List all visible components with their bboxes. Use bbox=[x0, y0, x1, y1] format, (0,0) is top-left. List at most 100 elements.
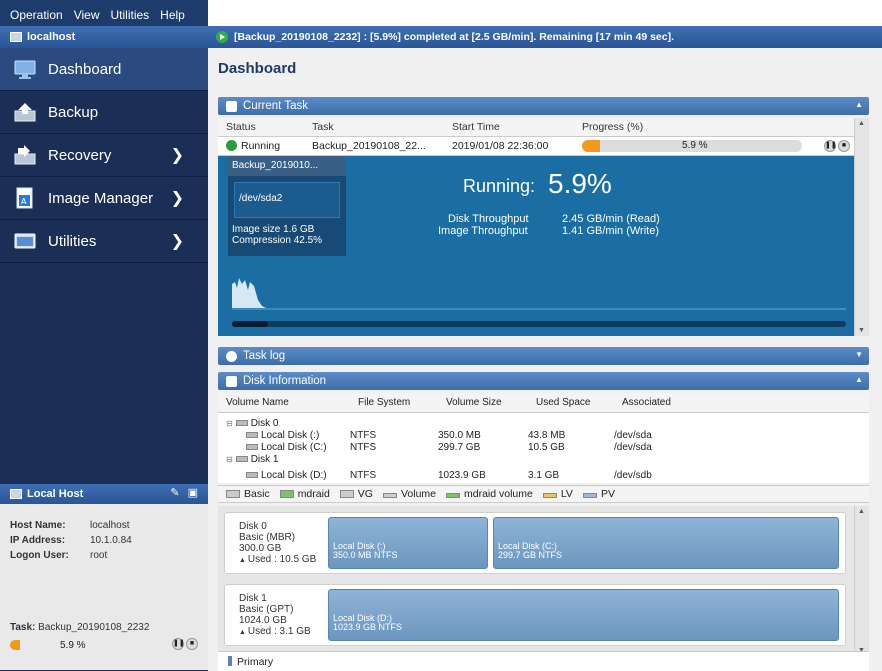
recovery-icon bbox=[14, 144, 36, 166]
disk-information-header[interactable]: Disk Information ▲ bbox=[218, 372, 869, 390]
partition-local-disk-c[interactable]: Local Disk (C:) 299.7 GB NTFS bbox=[493, 517, 839, 569]
legend-basic: Basic bbox=[226, 488, 270, 500]
status-bar: [Backup_20190108_2232] : [5.9%] complete… bbox=[208, 26, 882, 48]
collapse-arrow-icon[interactable]: ▲ bbox=[855, 100, 863, 109]
status-text: Running bbox=[241, 140, 281, 152]
current-task-header[interactable]: Current Task ▲ bbox=[218, 97, 869, 115]
used-space: 3.1 GB bbox=[528, 469, 560, 481]
collapse-arrow-icon[interactable]: ▲ bbox=[855, 375, 863, 384]
table-row[interactable]: ⊟ Disk 1 bbox=[218, 453, 869, 465]
disk-type: Basic (GPT) bbox=[239, 604, 294, 615]
clock-icon bbox=[226, 350, 237, 362]
column-header[interactable]: Progress (%) bbox=[574, 121, 854, 133]
ip-address-label: IP Address: bbox=[10, 535, 66, 546]
progress-text: 5.9 % bbox=[682, 139, 708, 151]
local-task-progress: 5.9 % ❚❚ ■ bbox=[10, 638, 198, 652]
page-title: Dashboard bbox=[218, 60, 297, 77]
column-header[interactable]: Task bbox=[304, 121, 444, 133]
local-host-header: Local Host ✎ ▣ bbox=[0, 484, 208, 504]
disk-map-disk0[interactable]: Disk 0 Basic (MBR) 300.0 GB ▲ Used : 10.… bbox=[224, 512, 846, 574]
volume-name: Local Disk (:) bbox=[261, 429, 320, 441]
disk-map-disk1[interactable]: Disk 1 Basic (GPT) 1024.0 GB ▲ Used : 3.… bbox=[224, 584, 846, 646]
image-size: Image size 1.6 GB bbox=[232, 224, 315, 235]
compression: Compression 42.5% bbox=[232, 235, 323, 246]
partition-label: Local Disk (D:) bbox=[333, 613, 393, 623]
column-header[interactable]: File System bbox=[350, 397, 438, 408]
used-icon: ▲ bbox=[239, 629, 248, 636]
column-header[interactable]: Start Time bbox=[444, 121, 574, 133]
legend-pv: PV bbox=[582, 488, 615, 500]
column-header[interactable]: Status bbox=[218, 121, 304, 133]
table-row[interactable]: Local Disk (C:) NTFS 299.7 GB 10.5 GB /d… bbox=[218, 441, 869, 453]
partition-local-disk-d[interactable]: Local Disk (D:) 1023.9 GB NTFS bbox=[328, 589, 839, 641]
used-space: 10.5 GB bbox=[528, 441, 565, 453]
image-manager-icon: A bbox=[14, 187, 36, 209]
expand-arrow-icon[interactable]: ▼ bbox=[855, 350, 863, 359]
partition-local-disk[interactable]: Local Disk (:) 350.0 MB NTFS bbox=[328, 517, 488, 569]
current-task-table: Status Task Start Time Progress (%) Runn… bbox=[218, 118, 854, 156]
disk-map-info: Disk 1 Basic (GPT) 1024.0 GB ▲ Used : 3.… bbox=[239, 593, 311, 638]
menu-help[interactable]: Help bbox=[160, 8, 185, 22]
table-row[interactable]: Local Disk (:) NTFS 350.0 MB 43.8 MB /de… bbox=[218, 429, 869, 441]
stop-icon[interactable]: ■ bbox=[838, 140, 850, 152]
column-header[interactable]: Volume Name bbox=[218, 397, 350, 408]
progress-indicator bbox=[10, 640, 20, 650]
used-icon: ▲ bbox=[239, 557, 248, 564]
volume-name: Local Disk (C:) bbox=[261, 441, 327, 453]
volume-name: Local Disk (D:) bbox=[261, 469, 327, 481]
volume-icon bbox=[246, 443, 258, 450]
stop-icon[interactable]: ■ bbox=[186, 638, 198, 650]
collapse-panel-icon[interactable]: ▣ bbox=[188, 486, 198, 499]
host-header-label: localhost bbox=[27, 31, 76, 43]
menu-bar: Operation View Utilities Help bbox=[0, 0, 208, 26]
mdraid-icon bbox=[279, 490, 294, 498]
pause-icon[interactable]: ❚❚ bbox=[824, 140, 837, 152]
column-header[interactable]: Used Space bbox=[528, 397, 614, 408]
table-row[interactable]: Local Disk (D:) NTFS 1023.9 GB 3.1 GB /d… bbox=[218, 469, 869, 481]
sidebar-item-backup[interactable]: Backup bbox=[0, 91, 208, 134]
partition-detail: 350.0 MB NTFS bbox=[333, 550, 398, 560]
table-row[interactable]: Running Backup_20190108_22... 2019/01/08… bbox=[218, 137, 854, 156]
disk-map-area: Disk 0 Basic (MBR) 300.0 GB ▲ Used : 10.… bbox=[218, 506, 854, 656]
chevron-right-icon: ❯ bbox=[170, 233, 184, 250]
volume-name: Disk 0 bbox=[250, 417, 279, 429]
menu-view[interactable]: View bbox=[74, 8, 100, 22]
task-name: Backup_20190108_2232 bbox=[38, 622, 150, 633]
logon-user-label: Logon User: bbox=[10, 550, 69, 561]
sidebar-item-image-manager[interactable]: A Image Manager ❯ bbox=[0, 177, 208, 220]
menu-operation[interactable]: Operation bbox=[10, 8, 63, 22]
task-cell: Backup_20190108_22... bbox=[312, 140, 426, 152]
tree-toggle-icon[interactable]: ⊟ bbox=[226, 419, 233, 428]
sidebar-item-utilities[interactable]: Utilities ❯ bbox=[0, 220, 208, 263]
disk-icon bbox=[226, 375, 237, 387]
partition-type-legend: Primary bbox=[218, 651, 869, 671]
pin-icon[interactable]: ✎ bbox=[170, 486, 179, 499]
sidebar-item-label: Recovery bbox=[48, 146, 112, 164]
start-time-cell: 2019/01/08 22:36:00 bbox=[452, 140, 549, 152]
disk-map-scrollbar[interactable]: ▲ ▼ bbox=[854, 506, 869, 656]
disk-type: Basic (MBR) bbox=[239, 532, 296, 543]
pause-icon[interactable]: ❚❚ bbox=[172, 638, 185, 650]
table-header: Status Task Start Time Progress (%) bbox=[218, 118, 854, 137]
sidebar-item-recovery[interactable]: Recovery ❯ bbox=[0, 134, 208, 177]
column-header[interactable]: Associated bbox=[614, 397, 764, 408]
column-header[interactable]: Volume Size bbox=[438, 397, 528, 408]
associated: /dev/sdb bbox=[614, 469, 652, 481]
mdraid-volume-icon bbox=[446, 493, 460, 498]
task-detail-title: Backup_2019010... bbox=[228, 156, 346, 176]
chevron-right-icon: ❯ bbox=[170, 147, 184, 164]
server-icon bbox=[10, 489, 22, 499]
menu-utilities[interactable]: Utilities bbox=[111, 8, 150, 22]
table-row[interactable]: ⊟ Disk 0 bbox=[218, 417, 869, 429]
legend-lv: LV bbox=[542, 488, 573, 500]
image-throughput-label: Image Throughput bbox=[438, 225, 528, 237]
chevron-right-icon: ❯ bbox=[170, 190, 184, 207]
vg-icon bbox=[339, 490, 354, 498]
tree-toggle-icon[interactable]: ⊟ bbox=[226, 455, 233, 464]
sidebar-item-dashboard[interactable]: Dashboard bbox=[0, 48, 208, 91]
task-log-header[interactable]: Task log ▼ bbox=[218, 347, 869, 365]
lv-icon bbox=[542, 493, 557, 498]
current-task-scrollbar[interactable]: ▲ ▼ bbox=[854, 118, 869, 336]
sidebar-item-label: Image Manager bbox=[48, 189, 154, 207]
file-system: NTFS bbox=[350, 469, 377, 481]
